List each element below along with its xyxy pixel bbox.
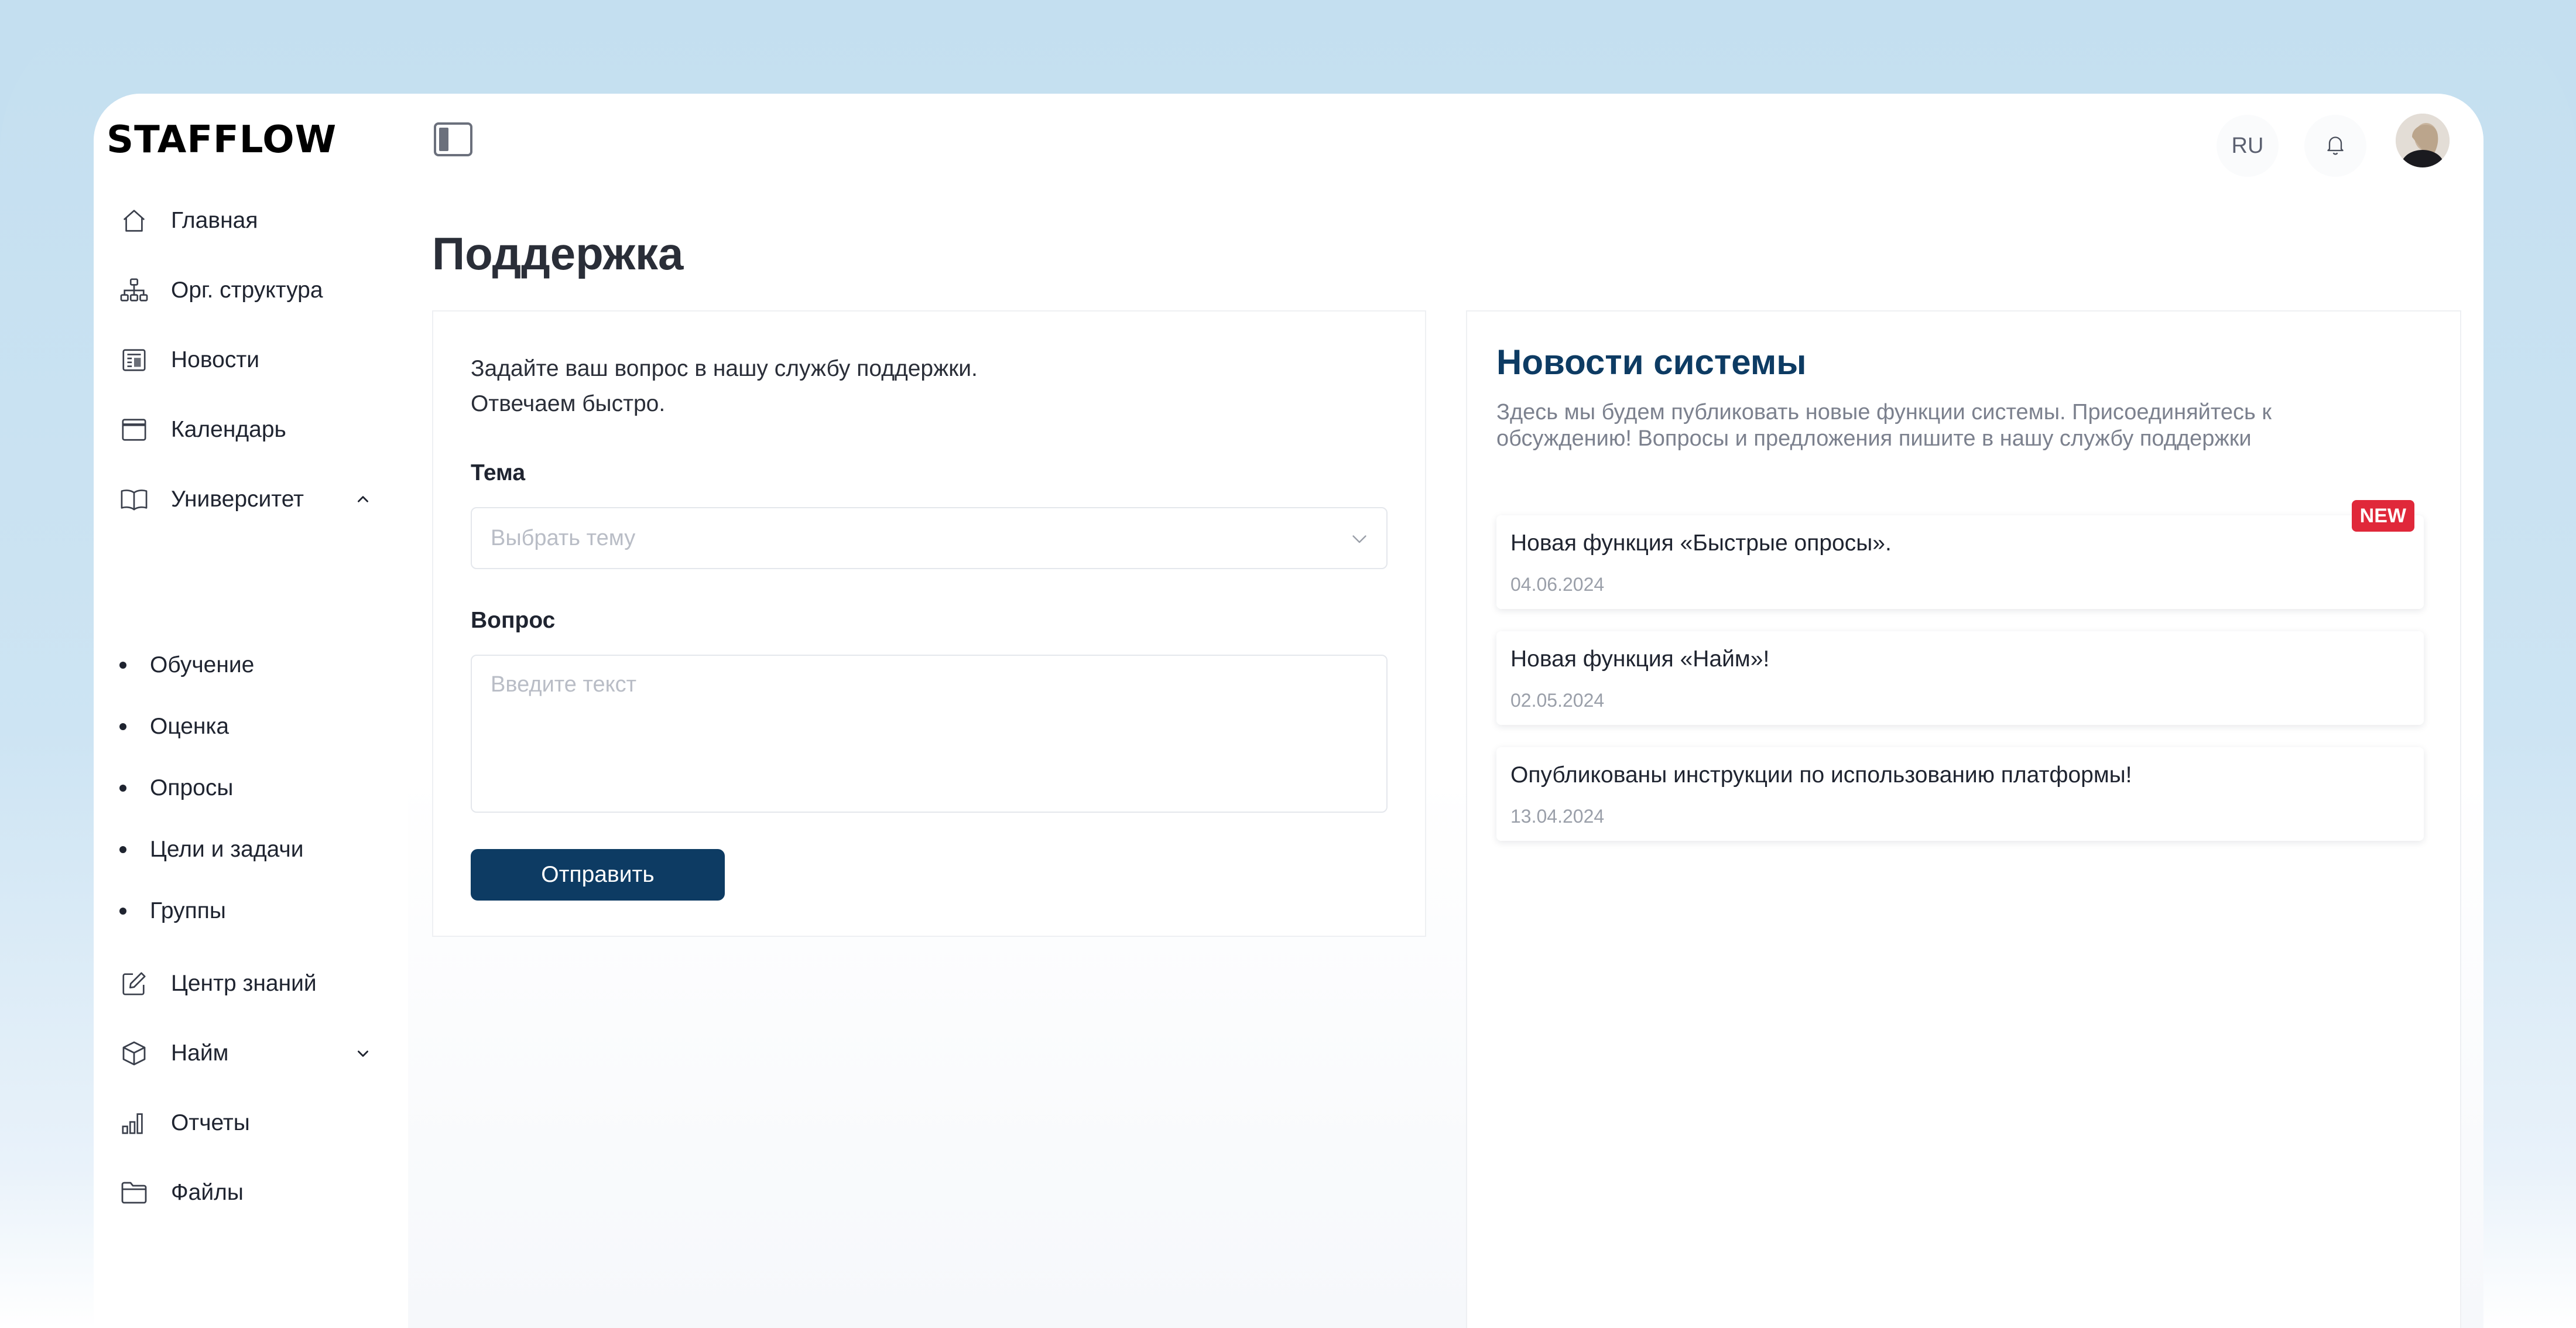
sidebar-item-reports[interactable]: Отчеты [118, 1100, 250, 1146]
sidebar-item-university[interactable]: Университет [118, 476, 304, 523]
bullet-icon [119, 785, 126, 792]
news-item[interactable]: Новая функция «Быстрые опросы». 04.06.20… [1496, 500, 2424, 609]
sidebar-subitem-goals[interactable]: Цели и задачи [119, 829, 304, 870]
submit-button[interactable]: Отправить [471, 849, 725, 901]
notifications-button[interactable] [2304, 115, 2366, 177]
news-item-date: 13.04.2024 [1510, 806, 1605, 827]
topic-select-placeholder: Выбрать тему [491, 525, 636, 550]
chevron-up-icon[interactable] [351, 488, 375, 511]
bullet-icon [119, 662, 126, 669]
sidebar-item-files[interactable]: Файлы [118, 1169, 244, 1216]
news-description: Здесь мы будем публиковать новые функции… [1496, 400, 2272, 451]
sidebar-item-label: Новости [171, 347, 259, 372]
sidebar-subitem-label: Группы [150, 898, 226, 923]
sidebar-item-label: Отчеты [171, 1110, 250, 1135]
sidebar-toggle-icon[interactable] [433, 122, 473, 157]
sidebar-subitem-assessment[interactable]: Оценка [119, 706, 229, 747]
support-intro-line: Отвечаем быстро. [471, 391, 666, 416]
sidebar-item-label: Главная [171, 208, 258, 233]
sidebar-item-calendar[interactable]: Календарь [118, 406, 286, 453]
news-item-title: Новая функция «Найм»! [1510, 646, 1770, 672]
news-item-title: Новая функция «Быстрые опросы». [1510, 530, 1892, 556]
bar-chart-icon [118, 1107, 150, 1139]
avatar[interactable] [2396, 114, 2450, 167]
home-icon [118, 205, 150, 237]
sidebar-item-home[interactable]: Главная [118, 197, 258, 244]
sidebar-item-label: Файлы [171, 1180, 244, 1205]
sidebar-item-label: Орг. структура [171, 278, 323, 303]
question-textarea-placeholder: Введите текст [491, 672, 637, 697]
sidebar-item-knowledge-center-row[interactable]: Центр знаний [118, 960, 317, 1007]
question-textarea[interactable]: Введите текст [471, 655, 1388, 813]
calendar-icon [118, 414, 150, 446]
folder-icon [118, 1177, 150, 1209]
book-icon [118, 484, 150, 515]
topic-select[interactable]: Выбрать тему [471, 507, 1388, 569]
chevron-down-icon[interactable] [351, 1042, 375, 1065]
sidebar-item-label: Центр знаний [171, 971, 317, 996]
cube-icon [118, 1038, 150, 1069]
bell-icon [2324, 133, 2347, 159]
sidebar-subitem-label: Оценка [150, 714, 229, 739]
newspaper-icon [118, 344, 150, 376]
news-title: Новости системы [1496, 343, 1807, 382]
sidebar-subitem-training[interactable]: Обучение [119, 645, 254, 686]
topic-label: Тема [471, 460, 526, 485]
news-item-date: 02.05.2024 [1510, 690, 1605, 711]
news-item[interactable]: Опубликованы инструкции по использованию… [1496, 747, 2424, 841]
bullet-icon [119, 846, 126, 853]
page-title: Поддержка [432, 228, 684, 279]
sidebar-item-label: Найм [171, 1041, 229, 1066]
bullet-icon [119, 723, 126, 730]
question-label: Вопрос [471, 608, 556, 633]
chevron-down-icon [1349, 528, 1370, 549]
desktop-background: STAFFLOW Главная Орг. структура Новости … [0, 0, 2576, 1328]
support-intro-line: Задайте ваш вопрос в нашу службу поддерж… [471, 356, 978, 381]
new-badge: NEW [2351, 500, 2414, 532]
app-window: STAFFLOW Главная Орг. структура Новости … [94, 94, 2483, 1328]
news-item[interactable]: Новая функция «Найм»! 02.05.2024 [1496, 631, 2424, 725]
sidebar-subitem-groups[interactable]: Группы [119, 891, 226, 932]
news-item-date: 04.06.2024 [1510, 574, 1605, 595]
bullet-icon [119, 908, 126, 915]
sidebar-item-news[interactable]: Новости [118, 337, 259, 384]
edit-icon [118, 968, 150, 1000]
support-intro: Задайте ваш вопрос в нашу службу поддерж… [471, 351, 978, 422]
sidebar-item-label: Университет [171, 487, 304, 512]
sidebar-subitem-label: Цели и задачи [150, 837, 304, 862]
sidebar-subitem-surveys[interactable]: Опросы [119, 768, 233, 809]
sidebar-subitem-label: Опросы [150, 775, 234, 800]
sidebar-item-label: Календарь [171, 417, 286, 442]
sidebar-subitem-label: Обучение [150, 652, 255, 677]
org-structure-icon [118, 275, 150, 306]
system-news-card: Новости системы Здесь мы будем публикова… [1466, 310, 2461, 1328]
app-logo[interactable]: STAFFLOW [107, 118, 337, 162]
news-item-title: Опубликованы инструкции по использованию… [1510, 762, 2132, 788]
support-form-card: Задайте ваш вопрос в нашу службу поддерж… [432, 310, 1426, 937]
sidebar-item-org-structure[interactable]: Орг. структура [118, 267, 323, 314]
sidebar-item-hiring[interactable]: Найм [118, 1030, 228, 1077]
language-switcher[interactable]: RU [2217, 115, 2279, 177]
